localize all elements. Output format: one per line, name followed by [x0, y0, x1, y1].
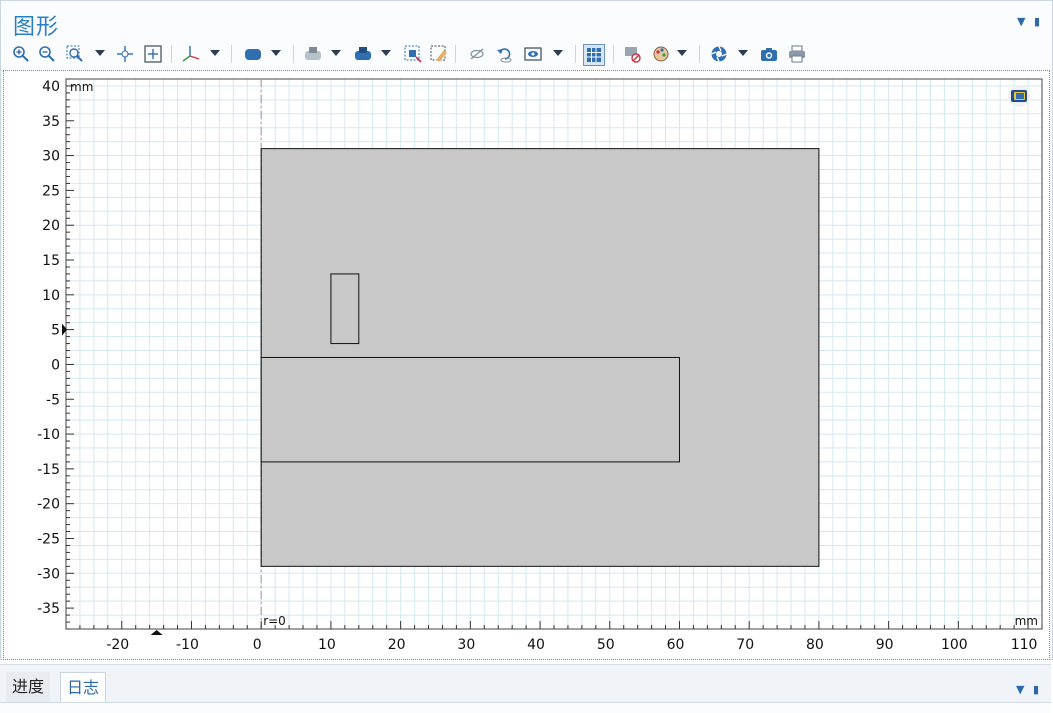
y-tick-label: -10	[37, 427, 60, 443]
bottom-tab-bar: 进度 日志 ▼ ▮	[0, 664, 1051, 713]
y-tick-label: 0	[51, 357, 60, 373]
y-tick-label: -30	[37, 566, 60, 582]
hide-icon[interactable]	[467, 44, 487, 64]
y-unit-label: mm	[70, 80, 93, 94]
inner-horizontal-rect	[260, 356, 680, 463]
view-icon[interactable]	[523, 44, 543, 64]
x-tick-label: 90	[876, 637, 894, 653]
x-tick-label: 20	[388, 637, 406, 653]
x-tick-label: -10	[176, 637, 199, 653]
bottom-pin-icon[interactable]: ▮	[1033, 683, 1039, 696]
zoom-box-icon[interactable]	[65, 44, 85, 64]
x-tick-label: 100	[941, 637, 968, 653]
y-tick-label: 15	[42, 253, 60, 269]
deselect-icon[interactable]	[429, 44, 449, 64]
transparency-dropdown-chevron-down-icon[interactable]	[331, 50, 341, 56]
graphics-toolbar	[9, 41, 1039, 67]
x-tick-label: 110	[1011, 637, 1038, 653]
select-boundaries-icon[interactable]	[353, 44, 373, 64]
y-tick-label: 10	[42, 288, 60, 304]
zoom-in-icon[interactable]	[11, 44, 31, 64]
x-tick-label: 70	[736, 637, 754, 653]
print-icon[interactable]	[787, 44, 807, 64]
x-tick-label: 0	[253, 637, 262, 653]
pin-icon[interactable]: ▮	[1034, 15, 1040, 28]
x-tick-label: 10	[318, 637, 336, 653]
graphics-panel: 图形 ▼ ▮ -20 -10 0 10 20 30 40 50 60 70 80…	[0, 0, 1053, 660]
grid-icon[interactable]	[583, 44, 605, 66]
x-tick-label: 60	[667, 637, 685, 653]
bottom-menu-chevron-icon[interactable]: ▼	[1016, 683, 1024, 696]
y-tick-label: 35	[42, 114, 60, 130]
axes-icon[interactable]	[181, 44, 201, 64]
scene-light-icon[interactable]	[709, 44, 729, 64]
y-tick-label: -5	[46, 392, 60, 408]
panel-menu-chevron-icon[interactable]: ▼	[1017, 15, 1025, 28]
transparency-icon[interactable]	[303, 44, 323, 64]
select-box-icon[interactable]	[403, 44, 423, 64]
panel-title: 图形	[13, 15, 60, 40]
small-vertical-rect	[330, 273, 360, 345]
view-dropdown-chevron-down-icon[interactable]	[553, 50, 563, 56]
y-tick-label: 20	[42, 218, 60, 234]
tab-progress[interactable]: 进度	[6, 672, 51, 702]
x-tick-label: 40	[527, 637, 545, 653]
comsol-logo-icon	[1008, 85, 1030, 107]
y-tick-label: 25	[42, 183, 60, 199]
geometry-plot[interactable]: -20 -10 0 10 20 30 40 50 60 70 80 90 100 110403530252…	[4, 71, 1049, 659]
select-boundaries-dropdown-chevron-down-icon[interactable]	[381, 50, 391, 56]
y-tick-label: -25	[37, 531, 60, 547]
select-objects-dropdown-chevron-down-icon[interactable]	[271, 50, 281, 56]
graphics-canvas[interactable]: -20 -10 0 10 20 30 40 50 60 70 80 90 100 110 40 35 30 25 2…	[3, 70, 1050, 660]
y-tick-label: 40	[42, 79, 60, 95]
scene-light-dropdown-chevron-down-icon[interactable]	[738, 50, 748, 56]
select-objects-icon[interactable]	[243, 44, 263, 64]
colors-icon[interactable]	[651, 44, 671, 64]
axes-dropdown-chevron-down-icon[interactable]	[210, 50, 220, 56]
image-snapshot-icon[interactable]	[759, 44, 779, 64]
y-tick-label: 30	[42, 149, 60, 165]
zoom-extents-icon[interactable]	[143, 44, 163, 64]
x-tick-label: 50	[597, 637, 615, 653]
axis-label-r0: r=0	[263, 614, 286, 628]
reset-hiding-icon[interactable]	[495, 44, 515, 64]
tab-log[interactable]: 日志	[60, 672, 107, 703]
y-tick-label: -20	[37, 497, 60, 513]
x-axis-marker-icon	[150, 630, 163, 635]
zoom-dropdown-chevron-down-icon[interactable]	[95, 50, 105, 56]
x-tick-label: 80	[806, 637, 824, 653]
y-tick-label: 5	[51, 323, 60, 339]
x-unit-label: mm	[1015, 614, 1038, 628]
clear-selection-icon[interactable]	[623, 44, 643, 64]
y-tick-label: -15	[37, 462, 60, 478]
colors-dropdown-chevron-down-icon[interactable]	[677, 50, 687, 56]
x-tick-label: -20	[106, 637, 129, 653]
zoom-out-icon[interactable]	[37, 44, 57, 64]
x-tick-label: 30	[457, 637, 475, 653]
y-tick-label: -35	[37, 601, 60, 617]
pan-icon[interactable]	[115, 44, 135, 64]
